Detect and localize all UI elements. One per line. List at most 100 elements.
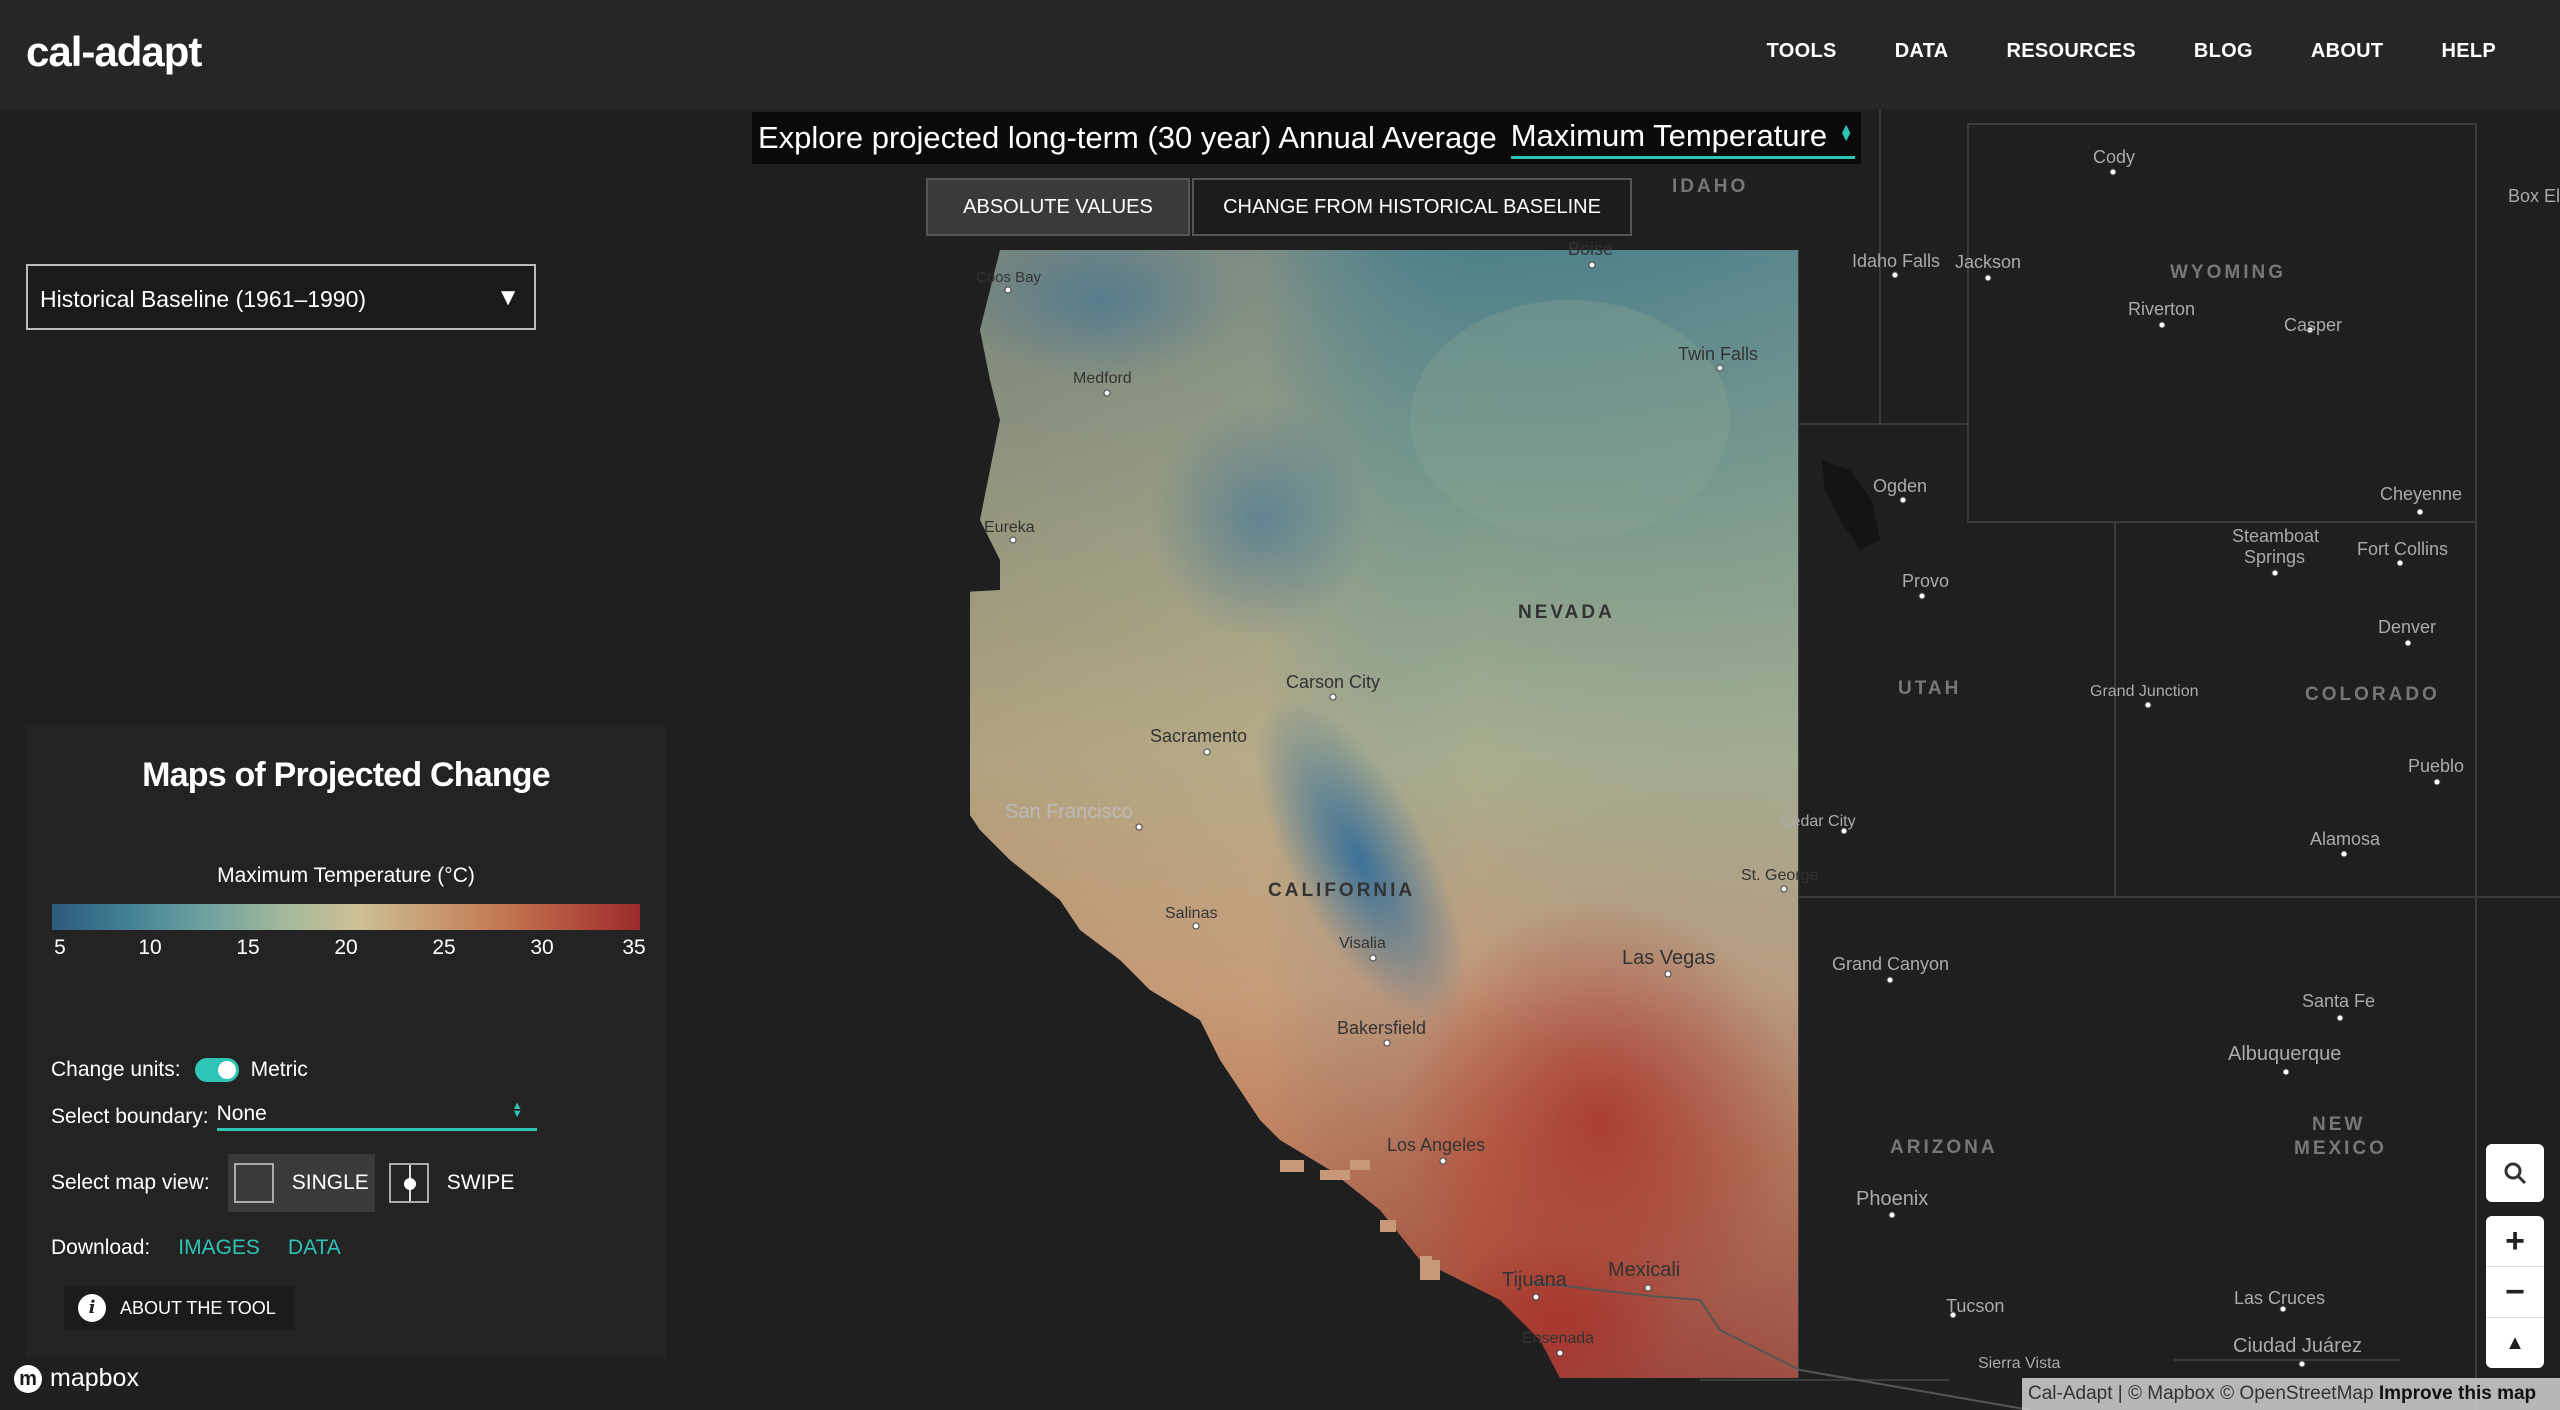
map-view-label: Select map view: xyxy=(51,1171,210,1194)
map-city-label: Jackson xyxy=(1955,252,2021,272)
download-data-link[interactable]: DATA xyxy=(288,1236,341,1260)
map-city-label: Las Cruces xyxy=(2234,1288,2325,1308)
toggle-knob xyxy=(217,1061,236,1079)
explore-text: Explore projected long-term (30 year) An… xyxy=(758,120,1497,155)
nav-data[interactable]: DATA xyxy=(1895,40,1949,63)
legend-title: Maximum Temperature (°C) xyxy=(217,864,475,887)
map-city-label: Grand Canyon xyxy=(1832,954,1949,974)
legend-tick: 20 xyxy=(334,936,358,959)
info-icon: i xyxy=(78,1294,106,1322)
top-navigation-bar: cal-adapt TOOLS DATA RESOURCES BLOG ABOU… xyxy=(0,0,2560,110)
change-units-label: Change units: xyxy=(51,1058,181,1081)
mapbox-logo[interactable]: m mapbox xyxy=(14,1364,139,1393)
map-city-label: Fort Collins xyxy=(2357,539,2448,559)
map-city-label: Phoenix xyxy=(1856,1188,1928,1210)
swipe-view-button[interactable]: SWIPE xyxy=(383,1154,521,1212)
map-state-label: CALIFORNIA xyxy=(1268,880,1415,901)
map-view-row: Select map view: SINGLE SWIPE xyxy=(51,1154,520,1212)
map-state-label: UTAH xyxy=(1898,678,1961,699)
units-toggle[interactable] xyxy=(194,1058,239,1082)
legend-tick: 25 xyxy=(432,936,456,959)
map-city-label: Box El xyxy=(2508,186,2560,206)
map-city-label: Boise xyxy=(1568,239,1613,259)
map-city-label: Coos Bay xyxy=(976,269,1042,286)
map-city-label: Twin Falls xyxy=(1678,344,1758,364)
mapbox-logo-text: mapbox xyxy=(50,1364,139,1392)
nav-tools[interactable]: TOOLS xyxy=(1767,40,1837,63)
panel-title: Maps of Projected Change xyxy=(142,756,551,794)
map-city-label: Los Angeles xyxy=(1387,1135,1485,1155)
control-panel: Maps of Projected Change Maximum Tempera… xyxy=(26,726,666,1358)
mapbox-mark-icon: m xyxy=(14,1364,42,1393)
legend-ticks: 5 10 15 20 25 30 35 xyxy=(52,936,646,966)
map-city-label: Steamboat xyxy=(2232,526,2319,546)
map-state-label: ARIZONA xyxy=(1890,1137,1998,1158)
map-state-label: COLORADO xyxy=(2305,684,2440,705)
cal-adapt-logo[interactable]: cal-adapt xyxy=(26,28,202,76)
zoom-in-button[interactable]: + xyxy=(2486,1216,2544,1266)
map-city-label: Medford xyxy=(1073,370,1132,387)
variable-select-value: Maximum Temperature xyxy=(1510,117,1828,153)
map-city-label: Tijuana xyxy=(1502,1269,1568,1291)
variable-select[interactable]: Maximum Temperature ▲ ▼ xyxy=(1510,117,1856,159)
map-city-label: Cody xyxy=(2093,147,2135,167)
map-city-label: Casper xyxy=(2284,315,2342,335)
map-city-label: Eureka xyxy=(984,519,1035,536)
value-mode-toggle: ABSOLUTE VALUES CHANGE FROM HISTORICAL B… xyxy=(926,178,1632,236)
nav-resources[interactable]: RESOURCES xyxy=(2006,40,2135,63)
change-units-row: Change units: Metric xyxy=(51,1058,308,1082)
compass-button[interactable]: ▲ xyxy=(2486,1317,2544,1368)
legend-tick: 15 xyxy=(236,936,260,959)
explore-header: Explore projected long-term (30 year) An… xyxy=(752,112,1862,164)
map-city-label: San Francisco xyxy=(1005,801,1133,823)
single-view-label: SINGLE xyxy=(291,1171,369,1194)
map-city-label: Visalia xyxy=(1339,935,1386,952)
download-images-link[interactable]: IMAGES xyxy=(178,1236,260,1260)
period-select-value: Historical Baseline (1961–1990) xyxy=(40,286,367,312)
legend-tick: 5 xyxy=(54,936,66,959)
about-the-tool-label: ABOUT THE TOOL xyxy=(120,1297,276,1318)
map-city-label: Ciudad Juárez xyxy=(2233,1335,2362,1357)
legend-tick: 35 xyxy=(622,936,646,959)
map-city-label: Grand Junction xyxy=(2090,683,2199,700)
map-city-label: Pueblo xyxy=(2408,756,2464,776)
boundary-label: Select boundary: xyxy=(51,1104,209,1128)
map-city-label: St. George xyxy=(1741,867,1818,884)
absolute-values-button[interactable]: ABSOLUTE VALUES xyxy=(926,178,1190,236)
map-city-label: Riverton xyxy=(2128,299,2195,319)
change-from-baseline-button[interactable]: CHANGE FROM HISTORICAL BASELINE xyxy=(1192,178,1632,236)
map-city-label: Sierra Vista xyxy=(1978,1355,2061,1372)
legend-tick: 10 xyxy=(138,936,162,959)
map-city-label: Tucson xyxy=(1946,1296,2004,1316)
zoom-out-button[interactable]: − xyxy=(2486,1266,2544,1317)
nav-blog[interactable]: BLOG xyxy=(2194,40,2253,63)
improve-map-link[interactable]: Improve this map xyxy=(2379,1383,2536,1404)
sort-caret-icon: ▲ ▼ xyxy=(1839,119,1854,144)
about-the-tool-button[interactable]: i ABOUT THE TOOL xyxy=(64,1286,294,1330)
download-label: Download: xyxy=(51,1236,151,1259)
map-city-label: Ensenada xyxy=(1522,1330,1594,1347)
map-state-label: NEVADA xyxy=(1518,602,1615,623)
map-search-button[interactable] xyxy=(2486,1144,2544,1202)
map-state-label: MEXICO xyxy=(2294,1138,2387,1159)
map-city-label: Bakersfield xyxy=(1337,1018,1426,1038)
swipe-view-icon xyxy=(388,1163,429,1203)
map-state-label: IDAHO xyxy=(1672,176,1748,197)
search-icon xyxy=(2486,1144,2544,1202)
map-city-label: Idaho Falls xyxy=(1852,251,1940,271)
map-city-label: Carson City xyxy=(1286,672,1380,692)
map-city-label: Cedar City xyxy=(1780,813,1856,830)
map-city-label: Albuquerque xyxy=(2228,1043,2341,1065)
map-city-label: Springs xyxy=(2244,547,2305,567)
boundary-row: Select boundary: None ▲ ▼ xyxy=(51,1101,537,1131)
dropdown-triangle-icon: ▼ xyxy=(496,284,520,311)
nav-about[interactable]: ABOUT xyxy=(2311,40,2384,63)
nav-help[interactable]: HELP xyxy=(2441,40,2496,63)
map-city-label: Alamosa xyxy=(2310,829,2381,849)
swipe-view-label: SWIPE xyxy=(446,1171,515,1194)
boundary-select[interactable]: None ▲ ▼ xyxy=(216,1101,537,1131)
period-select[interactable]: Historical Baseline (1961–1990) ▼ xyxy=(26,264,536,330)
map-city-label: Salinas xyxy=(1165,905,1217,922)
map-attribution: Cal-Adapt | © Mapbox © OpenStreetMap Imp… xyxy=(2022,1378,2560,1410)
single-view-button[interactable]: SINGLE xyxy=(227,1154,375,1212)
